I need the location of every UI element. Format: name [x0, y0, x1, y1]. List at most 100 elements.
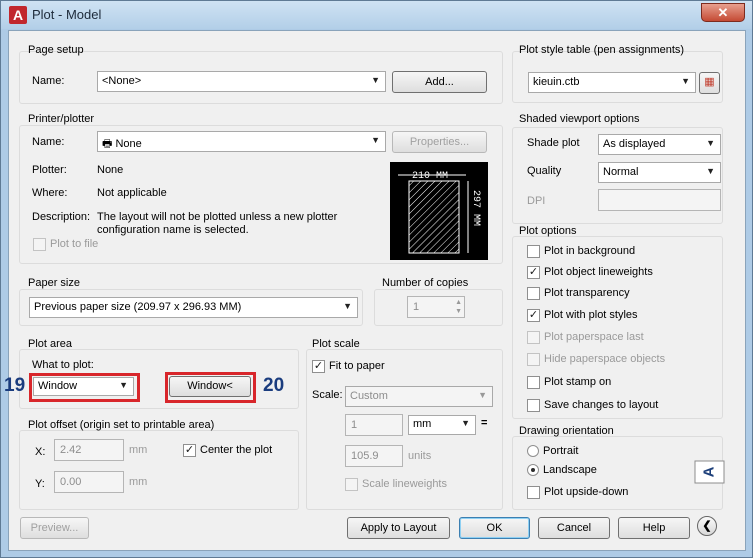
plot-in-background-checkbox[interactable]: Plot in background	[527, 245, 635, 260]
help-button[interactable]: Help	[618, 517, 690, 539]
spinner-arrows-icon: ▲ ▼	[455, 299, 462, 315]
save-changes-checkbox[interactable]: Save changes to layout	[527, 399, 658, 414]
scale-lineweights-checkbox[interactable]: Scale lineweights	[345, 478, 447, 493]
plot-option-label: Plot stamp on	[544, 376, 612, 388]
center-plot-label: Center the plot	[200, 444, 273, 456]
plotter-label: Plotter:	[32, 164, 67, 176]
chevron-down-icon: ▼	[681, 76, 690, 86]
description-label: Description:	[32, 211, 91, 223]
plot-paperspace-last-checkbox[interactable]: Plot paperspace last	[527, 331, 644, 346]
title-bar: A Plot - Model ✕	[1, 1, 752, 29]
scale-select[interactable]: Custom ▼	[345, 386, 493, 407]
description-line-2: configuration name is selected.	[97, 224, 249, 236]
copies-value: 1	[413, 301, 420, 313]
paper-sheet	[408, 180, 460, 254]
plot-option-label: Plot transparency	[544, 287, 630, 299]
check-icon: ✓	[183, 444, 196, 457]
checkbox-box	[527, 376, 540, 389]
plot-upside-down-checkbox[interactable]: Plot upside-down	[527, 486, 628, 501]
center-plot-checkbox[interactable]: ✓ Center the plot	[183, 444, 272, 459]
chevron-down-icon: ▼	[706, 166, 715, 176]
checkbox-box	[527, 353, 540, 366]
close-button[interactable]: ✕	[701, 3, 745, 22]
edit-plot-style-button[interactable]: ▦	[699, 72, 720, 94]
hide-paperspace-objects-checkbox[interactable]: Hide paperspace objects	[527, 353, 665, 368]
page-setup-legend: Page setup	[28, 44, 84, 56]
shade-plot-label: Shade plot	[527, 137, 580, 149]
copies-spinner[interactable]: 1 ▲ ▼	[407, 296, 465, 318]
scale-unit-select[interactable]: mm ▼	[408, 415, 476, 435]
shaded-viewport-legend: Shaded viewport options	[519, 113, 640, 125]
plot-options-legend: Plot options	[519, 225, 577, 237]
plot-stamp-on-checkbox[interactable]: Plot stamp on	[527, 376, 611, 391]
plot-transparency-checkbox[interactable]: Plot transparency	[527, 287, 630, 302]
plotter-value: None	[97, 164, 124, 176]
shade-plot-select[interactable]: As displayed ▼	[598, 134, 721, 155]
scale-value1-field[interactable]: 1	[345, 414, 403, 436]
checkbox-box	[345, 478, 358, 491]
scale-label: Scale:	[312, 389, 343, 401]
plot-style-table-legend: Plot style table (pen assignments)	[519, 44, 685, 56]
fit-to-paper-checkbox[interactable]: ✓ Fit to paper	[312, 360, 385, 375]
check-icon: ✓	[527, 266, 540, 279]
plot-object-lineweights-checkbox[interactable]: ✓ Plot object lineweights	[527, 266, 653, 281]
plot-option-label: Plot in background	[544, 245, 636, 257]
checkbox-box	[527, 245, 540, 258]
offset-y-field[interactable]: 0.00	[54, 471, 124, 493]
printer-name-label: Name:	[32, 136, 65, 148]
portrait-label: Portrait	[543, 445, 579, 457]
copies-legend: Number of copies	[382, 277, 469, 289]
page-setup-select[interactable]: <None> ▼	[97, 71, 386, 92]
offset-y-unit: mm	[129, 476, 148, 488]
printer-select[interactable]: 🖶 None ▼	[97, 131, 386, 152]
paper-preview-graphic: 210 MM 297 MM	[398, 171, 481, 254]
apply-to-layout-button[interactable]: Apply to Layout	[347, 517, 450, 539]
printer-value: None	[115, 138, 142, 150]
portrait-radio[interactable]: Portrait	[527, 445, 578, 460]
offset-x-field[interactable]: 2.42	[54, 439, 124, 461]
plot-dialog: A Plot - Model ✕ Page setup Name: <None>…	[0, 0, 753, 558]
shade-plot-value: As displayed	[603, 138, 666, 150]
chevron-down-icon: ▼	[371, 135, 380, 145]
plot-style-table-value: kieuin.ctb	[533, 76, 580, 88]
where-value: Not applicable	[97, 187, 167, 199]
preview-button[interactable]: Preview...	[20, 517, 89, 539]
plot-option-label: Plot object lineweights	[544, 266, 653, 278]
page-setup-value: <None>	[102, 75, 142, 87]
less-options-button[interactable]: ❮	[697, 516, 717, 536]
offset-x-label: X:	[35, 446, 46, 458]
plot-style-table-select[interactable]: kieuin.ctb ▼	[528, 72, 696, 93]
plot-to-file-checkbox[interactable]: Plot to file	[33, 238, 98, 253]
plot-with-plot-styles-checkbox[interactable]: ✓ Plot with plot styles	[527, 309, 638, 324]
paper-height-text: 297 MM	[470, 190, 481, 226]
plot-area-legend: Plot area	[28, 338, 73, 350]
scale-units-label: units	[408, 450, 432, 462]
quality-value: Normal	[603, 166, 639, 178]
step-badge-20: 20	[263, 375, 285, 396]
cancel-button[interactable]: Cancel	[538, 517, 610, 539]
properties-button[interactable]: Properties...	[392, 131, 487, 153]
plot-to-file-label: Plot to file	[50, 238, 99, 250]
window-title: Plot - Model	[32, 7, 102, 22]
checkbox-box	[33, 238, 46, 251]
scale-lineweights-label: Scale lineweights	[362, 478, 447, 490]
dialog-body: Page setup Name: <None> ▼ Add... Printer/…	[4, 30, 746, 551]
ok-button[interactable]: OK	[459, 517, 530, 539]
landscape-radio[interactable]: Landscape	[527, 464, 597, 479]
scale-value2-field[interactable]: 105.9	[345, 445, 403, 467]
paper-size-legend: Paper size	[28, 277, 80, 289]
check-icon: ✓	[312, 360, 325, 373]
paper-size-select[interactable]: Previous paper size (209.97 x 296.93 MM)…	[29, 297, 358, 318]
chevron-down-icon: ▼	[706, 138, 715, 148]
plot-option-label: Plot paperspace last	[544, 331, 644, 343]
quality-select[interactable]: Normal ▼	[598, 162, 721, 183]
plot-option-label: Plot with plot styles	[544, 309, 638, 321]
paper-size-value: Previous paper size (209.97 x 296.93 MM)	[34, 301, 242, 313]
checkbox-box	[527, 486, 540, 499]
highlight-box-19	[29, 373, 140, 402]
printer-plotter-legend: Printer/plotter	[28, 113, 95, 125]
paper-width-text: 210 MM	[412, 171, 448, 182]
dpi-field[interactable]	[598, 189, 721, 211]
add-page-setup-button[interactable]: Add...	[392, 71, 487, 93]
scale-unit-value: mm	[413, 418, 432, 430]
